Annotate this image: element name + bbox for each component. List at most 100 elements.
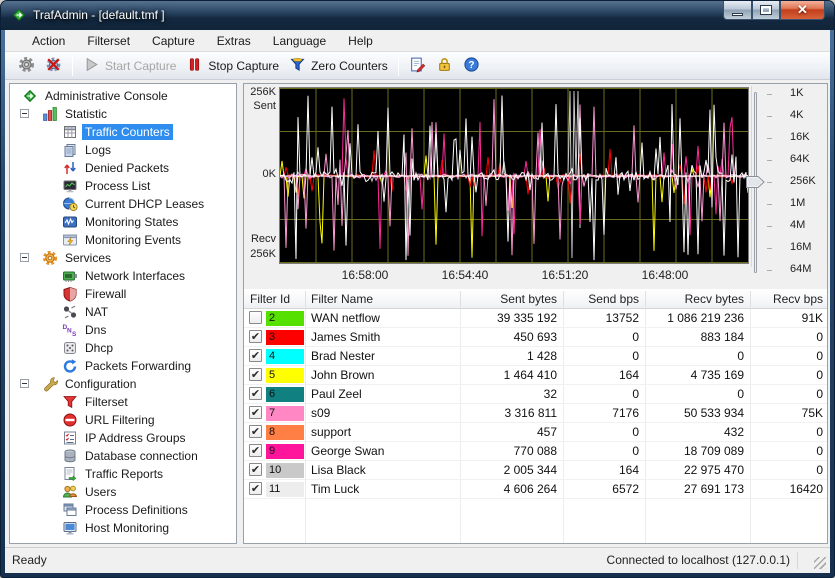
menu-item-action[interactable]: Action (21, 31, 76, 51)
cell-sent-bytes: 2 005 344 (460, 461, 563, 479)
titlebar[interactable]: TrafAdmin - [default.tmf ] ✕ (1, 1, 834, 30)
tree-item-administrative-console[interactable]: Administrative Console (10, 87, 236, 105)
checkbox-checked[interactable]: ✔ (249, 482, 262, 495)
collapse-expander-icon[interactable] (20, 109, 29, 118)
checkbox-checked[interactable]: ✔ (249, 368, 262, 381)
disconnect-button[interactable] (40, 54, 67, 78)
stop-capture-label: Stop Capture (208, 59, 279, 73)
menu-item-filterset[interactable]: Filterset (76, 31, 141, 51)
app-window: TrafAdmin - [default.tmf ] ✕ ActionFilte… (0, 0, 835, 578)
tree-item-monitoring-states[interactable]: Monitoring States (10, 213, 236, 231)
lock-button[interactable] (431, 54, 458, 78)
checkbox-unchecked[interactable] (249, 311, 262, 324)
cell-send-bps: 0 (563, 385, 645, 403)
cell-name: James Smith (305, 328, 460, 346)
cell-name: George Swan (305, 442, 460, 460)
checkbox-checked[interactable]: ✔ (249, 349, 262, 362)
filter-color-swatch: 9 (266, 444, 304, 459)
tree-item-configuration[interactable]: Configuration (10, 375, 236, 393)
tree-item-packets-forwarding[interactable]: Packets Forwarding (10, 357, 236, 375)
cell-name: Brad Nester (305, 347, 460, 365)
column-header-recv-bytes[interactable]: Recv bytes (645, 289, 750, 309)
tree-item-traffic-counters[interactable]: Traffic Counters (10, 123, 236, 141)
tree-item-ip-address-groups[interactable]: IP Address Groups (10, 429, 236, 447)
cell-name: John Brown (305, 366, 460, 384)
tree-item-current-dhcp-leases[interactable]: Current DHCP Leases (10, 195, 236, 213)
menu-item-language[interactable]: Language (262, 31, 337, 51)
table-row-george-swan[interactable]: ✔9George Swan770 088018 709 0890 (244, 442, 827, 461)
table-row-brad-nester[interactable]: ✔4Brad Nester1 428000 (244, 347, 827, 366)
tree-item-label: Denied Packets (82, 160, 172, 176)
tree-item-monitoring-events[interactable]: Monitoring Events (10, 231, 236, 249)
denied-packets-icon (62, 160, 78, 176)
tree-item-users[interactable]: Users (10, 483, 236, 501)
table-row-john-brown[interactable]: ✔5John Brown1 464 4101644 735 1690 (244, 366, 827, 385)
tree-item-database-connection[interactable]: Database connection (10, 447, 236, 465)
stop-capture-button[interactable]: Stop Capture (181, 54, 284, 78)
tree-item-traffic-reports[interactable]: Traffic Reports (10, 465, 236, 483)
help-icon: ? (463, 56, 480, 76)
minimize-button[interactable] (723, 1, 752, 20)
tree-item-process-list[interactable]: Process List (10, 177, 236, 195)
checkbox-checked[interactable]: ✔ (249, 387, 262, 400)
cell-recv-bytes: 1 086 219 236 (645, 309, 750, 327)
table-row-james-smith[interactable]: ✔3James Smith450 6930883 1840 (244, 328, 827, 347)
tree-item-network-interfaces[interactable]: Network Interfaces (10, 267, 236, 285)
traffic-counters-icon (62, 124, 78, 140)
traffic-graph-svg (280, 88, 748, 263)
checkbox-checked[interactable]: ✔ (249, 330, 262, 343)
cell-send-bps: 164 (563, 461, 645, 479)
header-separator (305, 291, 306, 307)
cell-send-bps: 13752 (563, 309, 645, 327)
table-row-s09[interactable]: ✔7s093 316 811717650 533 93475K (244, 404, 827, 423)
menu-item-help[interactable]: Help (337, 31, 384, 51)
services-icon (42, 250, 58, 266)
cell-send-bps: 0 (563, 442, 645, 460)
column-header-send-bps[interactable]: Send bps (563, 289, 645, 309)
column-header-filter-name[interactable]: Filter Name (305, 289, 460, 309)
tree-item-url-filtering[interactable]: URL Filtering (10, 411, 236, 429)
column-header-sent-bytes[interactable]: Sent bytes (460, 289, 563, 309)
tree-item-dns[interactable]: DNSDns (10, 321, 236, 339)
help-button[interactable]: ? (458, 54, 485, 78)
checkbox-checked[interactable]: ✔ (249, 425, 262, 438)
menu-item-extras[interactable]: Extras (206, 31, 262, 51)
tree-item-dhcp[interactable]: Dhcp (10, 339, 236, 357)
checkbox-checked[interactable]: ✔ (249, 444, 262, 457)
tree-item-process-definitions[interactable]: Process Definitions (10, 501, 236, 519)
settings-button[interactable] (13, 54, 40, 78)
table-row-tim-luck[interactable]: ✔11Tim Luck4 606 264657227 691 17316420 (244, 480, 827, 499)
cell-name: Paul Zeel (305, 385, 460, 403)
tree-item-denied-packets[interactable]: Denied Packets (10, 159, 236, 177)
collapse-expander-icon[interactable] (20, 379, 29, 388)
tree-item-host-monitoring[interactable]: Host Monitoring (10, 519, 236, 537)
maximize-button[interactable] (752, 1, 780, 20)
checkbox-checked[interactable]: ✔ (249, 406, 262, 419)
collapse-expander-icon[interactable] (20, 253, 29, 262)
tree-item-firewall[interactable]: Firewall (10, 285, 236, 303)
table-row-lisa-black[interactable]: ✔10Lisa Black2 005 34416422 975 4700 (244, 461, 827, 480)
table-row-paul-zeel[interactable]: ✔6Paul Zeel32000 (244, 385, 827, 404)
table-row-support[interactable]: ✔8support45704320 (244, 423, 827, 442)
start-capture-button[interactable]: Start Capture (78, 54, 181, 78)
tree-item-logs[interactable]: Logs (10, 141, 236, 159)
y-axis-sent-label: Sent (244, 100, 276, 112)
tree-item-statistic[interactable]: Statistic (10, 105, 236, 123)
scale-slider-thumb[interactable] (746, 176, 765, 188)
tree-item-label: Users (82, 484, 119, 500)
close-button[interactable]: ✕ (780, 1, 825, 20)
filter-edit-button[interactable] (404, 54, 431, 78)
table-row-wan-netflow[interactable]: 2WAN netflow39 335 192137521 086 219 236… (244, 309, 827, 328)
scale-label-1m: 1M (790, 197, 805, 209)
menu-item-capture[interactable]: Capture (141, 31, 206, 51)
dhcp-icon (62, 340, 78, 356)
tree-item-filterset[interactable]: Filterset (10, 393, 236, 411)
checkbox-checked[interactable]: ✔ (249, 463, 262, 476)
tree-item-nat[interactable]: NAT (10, 303, 236, 321)
column-header-filter-id[interactable]: Filter Id (244, 289, 305, 309)
zero-counters-button[interactable]: Zero Counters (284, 54, 393, 78)
column-header-recv-bps[interactable]: Recv bps (750, 289, 827, 309)
tree-item-services[interactable]: Services (10, 249, 236, 267)
window-title: TrafAdmin - [default.tmf ] (33, 1, 165, 29)
resize-grip[interactable] (814, 557, 826, 569)
